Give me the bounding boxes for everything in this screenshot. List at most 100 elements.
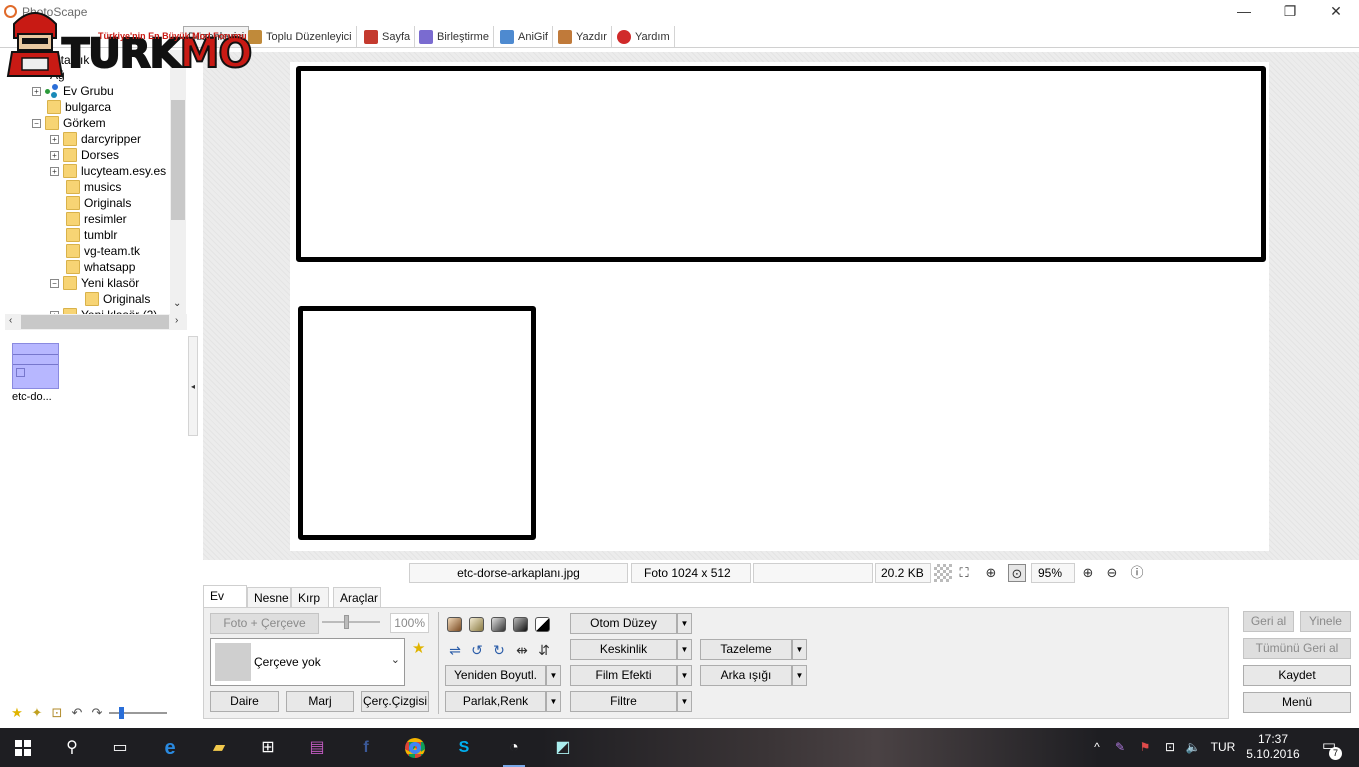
minimize-button[interactable]: — bbox=[1221, 0, 1267, 24]
scrollbar-thumb[interactable] bbox=[171, 100, 185, 220]
tree-item-originals-sub[interactable]: Originals bbox=[85, 291, 150, 307]
expand-icon[interactable]: + bbox=[50, 134, 59, 144]
zoom-in-icon[interactable]: ⊕ bbox=[1079, 564, 1097, 582]
margin-percent[interactable]: 100% bbox=[390, 613, 429, 633]
collapse-icon[interactable]: − bbox=[50, 278, 59, 288]
resize-dropdown[interactable]: ▼ bbox=[546, 665, 561, 686]
taskbar-clock[interactable]: 17:37 5.10.2016 bbox=[1246, 732, 1300, 762]
tree-item-tumblr[interactable]: tumblr bbox=[66, 227, 117, 243]
tree-item-gorkem[interactable]: − Görkem bbox=[32, 115, 106, 131]
tree-item-resimler[interactable]: resimler bbox=[66, 211, 127, 227]
scroll-right-icon[interactable]: › bbox=[175, 315, 178, 326]
file-explorer-icon[interactable]: ▰ bbox=[204, 733, 234, 763]
expand-icon[interactable]: + bbox=[32, 86, 41, 96]
search-icon[interactable]: ⚲ bbox=[57, 733, 87, 763]
enhance-sepia-icon[interactable] bbox=[469, 617, 484, 632]
refresh-button[interactable]: Tazeleme bbox=[700, 639, 792, 660]
enhance-gray-icon[interactable] bbox=[491, 617, 506, 632]
favorite-frame-star-icon[interactable]: ★ bbox=[412, 639, 425, 657]
auto-level-dropdown[interactable]: ▼ bbox=[677, 613, 692, 634]
tree-item-musics[interactable]: musics bbox=[66, 179, 121, 195]
skype-icon[interactable]: S bbox=[449, 733, 479, 763]
tree-item-bulgarca[interactable]: bulgarca bbox=[47, 99, 111, 115]
rotate-right-icon[interactable]: ↻ bbox=[490, 641, 508, 659]
folder-tree[interactable]: Kitaplık Ağ + Ev Grubu bulgarca − Görkem… bbox=[5, 50, 187, 330]
margin-slider[interactable] bbox=[322, 613, 382, 631]
zoom-fit-icon[interactable]: ⊙ bbox=[1008, 564, 1026, 582]
enhance-dark-icon[interactable] bbox=[513, 617, 528, 632]
tab-tools[interactable]: Araçlar bbox=[333, 587, 381, 608]
forward-arrow-icon[interactable]: ↷ bbox=[89, 705, 105, 721]
slider-knob[interactable] bbox=[344, 615, 349, 629]
zoom-out-icon[interactable]: ⊖ bbox=[1103, 564, 1121, 582]
resize-button[interactable]: Yeniden Boyutl. bbox=[445, 665, 546, 686]
collapse-icon[interactable]: − bbox=[32, 118, 41, 128]
tab-combine[interactable]: Birleştirme bbox=[415, 26, 494, 47]
tray-app-icon[interactable]: ⚑ bbox=[1135, 728, 1155, 767]
slider-knob[interactable] bbox=[119, 707, 124, 719]
tab-object[interactable]: Nesne bbox=[247, 587, 291, 608]
refresh-dropdown[interactable]: ▼ bbox=[792, 639, 807, 660]
tab-home[interactable]: Ev bbox=[203, 585, 247, 608]
tray-pen-icon[interactable]: ✎ bbox=[1110, 728, 1130, 767]
tree-item-originals[interactable]: Originals bbox=[66, 195, 131, 211]
sharpen-dropdown[interactable]: ▼ bbox=[677, 639, 692, 660]
auto-level-button[interactable]: Otom Düzey bbox=[570, 613, 677, 634]
undo-all-button[interactable]: Tümünü Geri al bbox=[1243, 638, 1351, 659]
frame-select[interactable]: Çerçeve yok ⌄ bbox=[210, 638, 405, 686]
tab-page[interactable]: Sayfa bbox=[360, 26, 416, 47]
windows-start-icon[interactable] bbox=[8, 733, 38, 763]
fit-screen-icon[interactable]: ⛶ bbox=[955, 564, 973, 582]
store-icon[interactable]: ⊞ bbox=[253, 733, 283, 763]
network-icon[interactable]: ⊡ bbox=[1160, 728, 1180, 767]
filter-button[interactable]: Filtre bbox=[570, 691, 677, 712]
undo-button[interactable]: Geri al bbox=[1243, 611, 1294, 632]
film-effect-button[interactable]: Film Efekti bbox=[570, 665, 677, 686]
info-icon[interactable]: ⓘ bbox=[1128, 564, 1146, 582]
facebook-icon[interactable]: f bbox=[351, 733, 381, 763]
backlight-button[interactable]: Arka ışığı bbox=[700, 665, 792, 686]
flip-vertical-icon[interactable]: ⇵ bbox=[535, 641, 553, 659]
rotate-left-icon[interactable]: ↺ bbox=[468, 641, 486, 659]
transparency-icon[interactable] bbox=[934, 564, 952, 582]
scroll-down-icon[interactable]: ⌄ bbox=[173, 298, 181, 309]
filter-dropdown[interactable]: ▼ bbox=[677, 691, 692, 712]
tab-batch-editor[interactable]: Toplu Düzenleyici bbox=[244, 26, 357, 47]
chrome-icon[interactable] bbox=[400, 733, 430, 763]
enhance-warm-icon[interactable] bbox=[447, 617, 462, 632]
tree-vertical-scrollbar[interactable]: ⌄ bbox=[170, 50, 186, 314]
sharpen-button[interactable]: Keskinlik bbox=[570, 639, 677, 660]
tab-print[interactable]: Yazdır bbox=[554, 26, 612, 47]
tree-horizontal-scrollbar[interactable]: ‹ › bbox=[5, 314, 187, 330]
language-indicator[interactable]: TUR bbox=[1208, 728, 1238, 767]
tree-item-yeni-klasor[interactable]: − Yeni klasör bbox=[50, 275, 139, 291]
favorites-folder-icon[interactable]: ✦ bbox=[29, 705, 45, 721]
tree-item-lucyteam[interactable]: + lucyteam.esy.es bbox=[50, 163, 166, 179]
tab-anigif[interactable]: AniGif bbox=[496, 26, 553, 47]
tree-item-vg-team[interactable]: vg-team.tk bbox=[66, 243, 140, 259]
brightness-color-button[interactable]: Parlak,Renk bbox=[445, 691, 546, 712]
favorite-star-icon[interactable]: ★ bbox=[9, 705, 25, 721]
tray-expand-icon[interactable]: ^ bbox=[1088, 728, 1106, 767]
panel-splitter-collapse[interactable]: ◂ bbox=[188, 336, 198, 436]
redo-button[interactable]: Yinele bbox=[1300, 611, 1351, 632]
edge-browser-icon[interactable]: e bbox=[155, 733, 185, 763]
save-button[interactable]: Kaydet bbox=[1243, 665, 1351, 686]
brightness-dropdown[interactable]: ▼ bbox=[546, 691, 561, 712]
maximize-button[interactable]: ❐ bbox=[1267, 0, 1313, 24]
zoom-actual-icon[interactable]: ⊕ bbox=[982, 564, 1000, 582]
flip-horizontal-icon[interactable]: ⇹ bbox=[513, 641, 531, 659]
tree-item-homegroup[interactable]: + Ev Grubu bbox=[32, 83, 114, 99]
backlight-dropdown[interactable]: ▼ bbox=[792, 665, 807, 686]
open-folder-icon[interactable]: ⊡ bbox=[49, 705, 65, 721]
winrar-icon[interactable]: ▤ bbox=[302, 733, 332, 763]
menu-button[interactable]: Menü bbox=[1243, 692, 1351, 713]
photo-frame-button[interactable]: Foto + Çerçeve bbox=[210, 613, 319, 634]
expand-icon[interactable]: + bbox=[50, 150, 59, 160]
volume-icon[interactable]: 🔈 bbox=[1183, 728, 1203, 767]
enhance-contrast-icon[interactable] bbox=[535, 617, 550, 632]
close-button[interactable]: ✕ bbox=[1313, 0, 1359, 24]
frame-line-button[interactable]: Çerç.Çizgisi bbox=[361, 691, 429, 712]
tab-help[interactable]: Yardım bbox=[613, 26, 675, 47]
tree-item-whatsapp[interactable]: whatsapp bbox=[66, 259, 135, 275]
